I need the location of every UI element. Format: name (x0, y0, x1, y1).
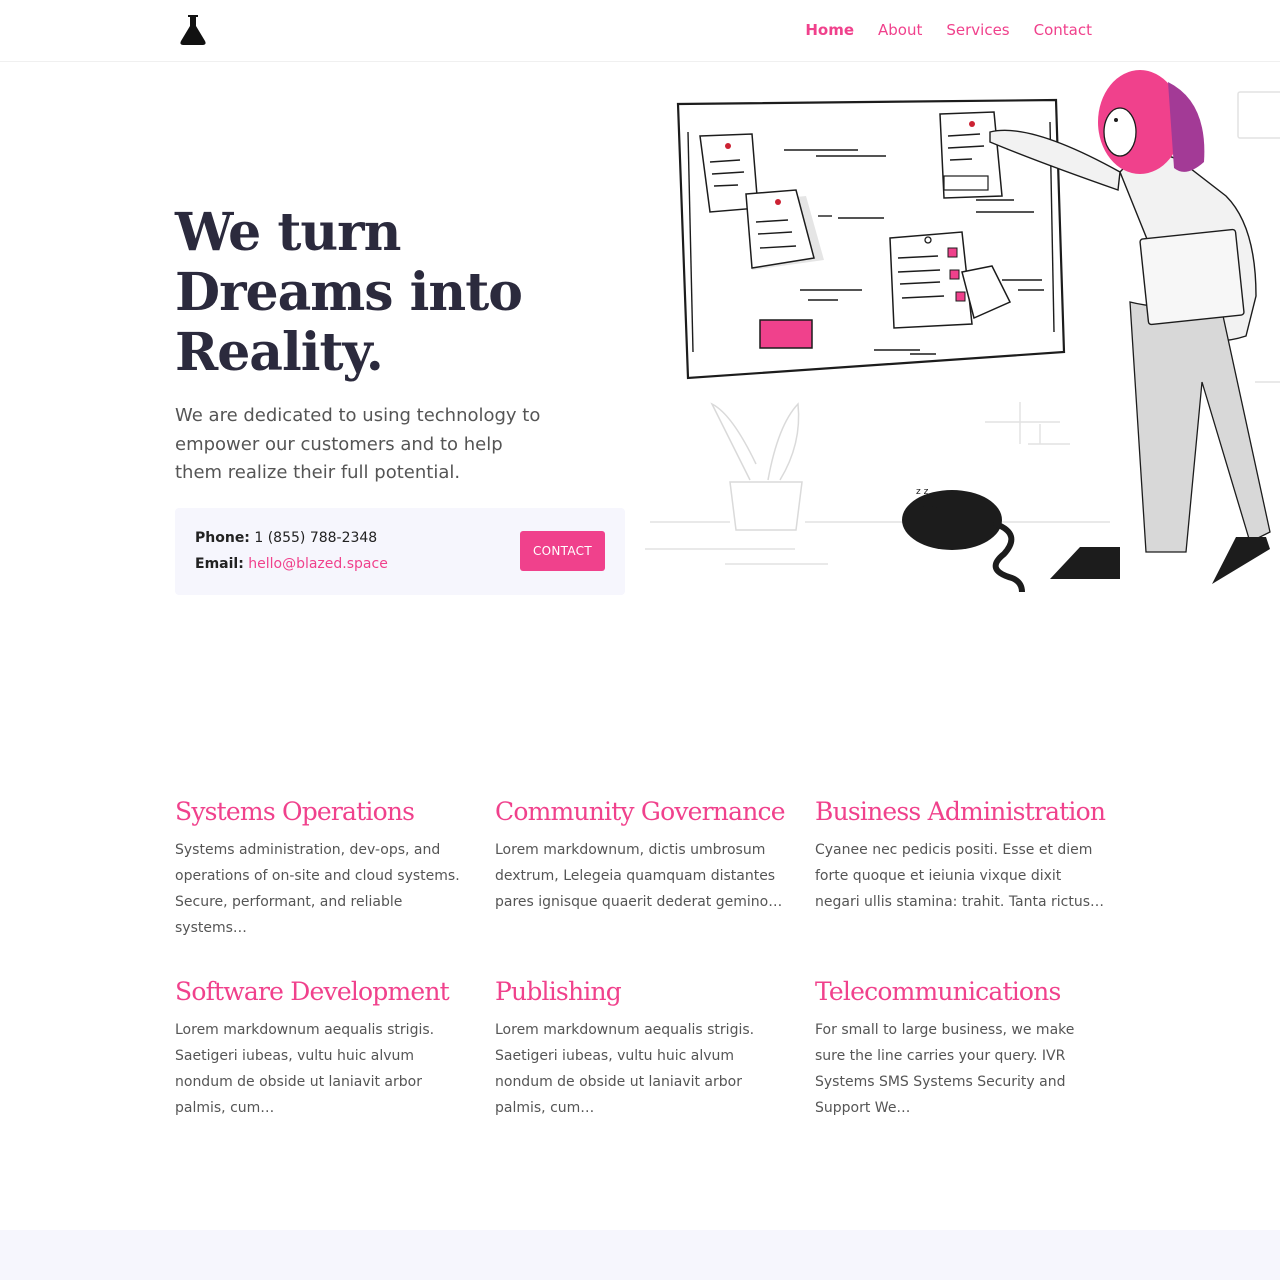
email-link[interactable]: hello@blazed.space (248, 556, 388, 572)
hero-subtitle: We are dedicated to using technology to … (175, 405, 541, 483)
email-label: Email: (195, 556, 244, 572)
service-description: Lorem markdownum aequalis strigis. Saeti… (175, 1022, 435, 1116)
service-card: Software Development Lorem markdownum ae… (175, 975, 475, 1121)
service-title[interactable]: Business Administration (815, 795, 1115, 829)
service-description: Lorem markdownum aequalis strigis. Saeti… (495, 1022, 755, 1116)
phone-line: Phone: 1 (855) 788-2348 (195, 528, 377, 548)
plant-sketch (710, 402, 803, 531)
main-nav: Home About Services Contact (805, 20, 1092, 40)
service-title[interactable]: Software Development (175, 975, 475, 1009)
service-card: Community Governance Lorem markdownum, d… (495, 795, 795, 915)
service-card: Systems Operations Systems administratio… (175, 795, 475, 941)
sleeping-cat: z z (902, 487, 1025, 592)
service-title[interactable]: Publishing (495, 975, 795, 1009)
hero-title: We turn Dreams into Reality. (175, 202, 523, 383)
contact-info-panel: Phone: 1 (855) 788-2348 Email: hello@bla… (175, 508, 625, 595)
nav-services-link[interactable]: Services (946, 20, 1009, 40)
nav-home-link[interactable]: Home (805, 20, 854, 40)
nav-about-link[interactable]: About (878, 20, 922, 40)
nav-contact-link[interactable]: Contact (1034, 20, 1092, 40)
site-header: Home About Services Contact (0, 0, 1280, 62)
footer-band (0, 1230, 1280, 1280)
service-title[interactable]: Telecommunications (815, 975, 1115, 1009)
service-card: Telecommunications For small to large bu… (815, 975, 1115, 1121)
flask-icon[interactable] (178, 14, 208, 46)
email-line: Email: hello@blazed.space (195, 554, 388, 574)
phone-number: 1 (855) 788-2348 (254, 530, 378, 546)
service-card: Publishing Lorem markdownum aequalis str… (495, 975, 795, 1121)
service-description: Systems administration, dev-ops, and ope… (175, 842, 460, 936)
service-title[interactable]: Systems Operations (175, 795, 475, 829)
svg-text:z z: z z (916, 487, 929, 497)
phone-label: Phone: (195, 530, 250, 546)
hero-illustration: z z (645, 70, 1280, 592)
service-description: Cyanee nec pedicis positi. Esse et diem … (815, 842, 1105, 910)
service-description: Lorem markdownum, dictis umbrosum dextru… (495, 842, 783, 910)
service-card: Business Administration Cyanee nec pedic… (815, 795, 1115, 915)
service-description: For small to large business, we make sur… (815, 1022, 1075, 1116)
service-title[interactable]: Community Governance (495, 795, 795, 829)
contact-button[interactable]: CONTACT (520, 531, 605, 571)
